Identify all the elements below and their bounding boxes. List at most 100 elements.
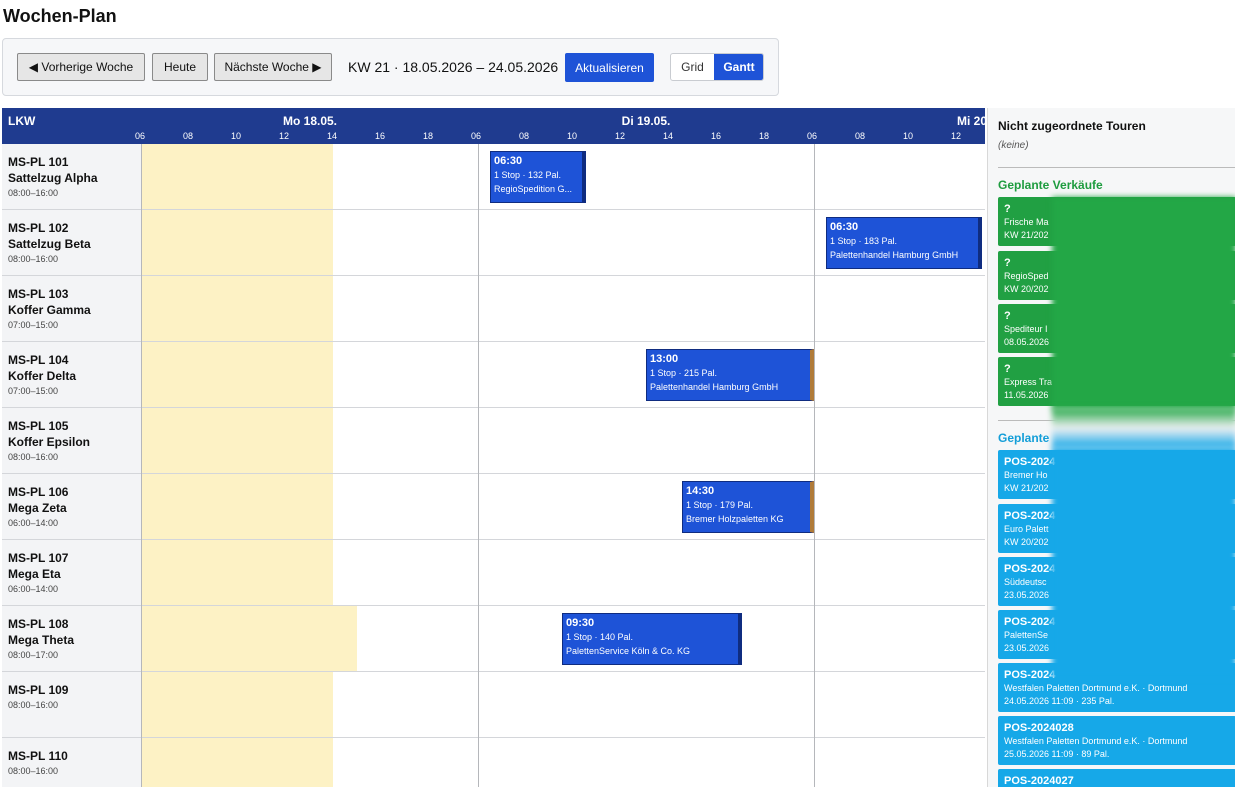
- next-week-button[interactable]: Nächste Woche ▶: [214, 53, 332, 81]
- unassigned-empty: (keine): [998, 140, 1029, 151]
- truck-label[interactable]: MS-PL 106 Mega Zeta 06:00–14:00: [2, 474, 141, 539]
- working-hours-band: [141, 606, 357, 671]
- card-title: POS-2024028: [1004, 722, 1074, 734]
- working-hours-band: [141, 672, 333, 737]
- truck-name: Koffer Gamma: [8, 303, 91, 317]
- truck-hours: 07:00–15:00: [8, 386, 59, 396]
- hour-tick: 10: [230, 131, 242, 141]
- tour-block[interactable]: 06:30 1 Stop · 183 Pal. Palettenhandel H…: [826, 217, 982, 269]
- hour-tick: 10: [902, 131, 914, 141]
- tour-stops: 1 Stop · 132 Pal.: [494, 170, 562, 180]
- truck-row: MS-PL 107 Mega Eta 06:00–14:00: [2, 540, 985, 606]
- day-header: Di 19.05.: [621, 114, 671, 128]
- gantt-chart: LKW Mo 18.05. Di 19.05. Mi 20.05. 06 08 …: [2, 108, 985, 787]
- page-title: Wochen-Plan: [3, 6, 117, 26]
- working-hours-band: [141, 408, 333, 473]
- truck-label[interactable]: MS-PL 105 Koffer Epsilon 08:00–16:00: [2, 408, 141, 473]
- truck-hours: 08:00–16:00: [8, 188, 59, 198]
- day-divider: [478, 144, 479, 787]
- hour-tick: 06: [134, 131, 146, 141]
- tour-stops: 1 Stop · 183 Pal.: [830, 236, 898, 246]
- working-hours-band: [141, 342, 333, 407]
- truck-row: MS-PL 105 Koffer Epsilon 08:00–16:00: [2, 408, 985, 474]
- tour-block[interactable]: 09:30 1 Stop · 140 Pal. PalettenService …: [562, 613, 742, 665]
- tour-time: 09:30: [566, 617, 595, 629]
- tour-time: 06:30: [494, 155, 523, 167]
- purchase-card[interactable]: POS-2024027: [998, 769, 1235, 787]
- week-label: KW 21 · 18.05.2026 – 24.05.2026: [348, 59, 559, 75]
- hour-tick: 14: [662, 131, 674, 141]
- hour-tick: 18: [758, 131, 770, 141]
- truck-name: Koffer Delta: [8, 369, 77, 383]
- view-gantt-button[interactable]: Gantt: [714, 54, 763, 80]
- hour-tick: 10: [566, 131, 578, 141]
- tour-block[interactable]: 14:30 1 Stop · 179 Pal. Bremer Holzpalet…: [682, 481, 814, 533]
- truck-hours: 06:00–14:00: [8, 518, 59, 528]
- working-hours-band: [141, 210, 333, 275]
- truck-name: Koffer Epsilon: [8, 435, 91, 449]
- truck-hours: 08:00–16:00: [8, 254, 59, 264]
- view-grid-button[interactable]: Grid: [671, 54, 714, 80]
- day-divider: [814, 144, 815, 787]
- hour-tick: 08: [182, 131, 194, 141]
- truck-row: MS-PL 110 08:00–16:00: [2, 738, 985, 787]
- lkw-column-header: LKW: [8, 114, 36, 128]
- truck-hours: 08:00–16:00: [8, 766, 59, 776]
- truck-label[interactable]: MS-PL 104 Koffer Delta 07:00–15:00: [2, 342, 141, 407]
- card-title: POS-2024027: [1004, 775, 1074, 787]
- truck-label[interactable]: MS-PL 101 Sattelzug Alpha 08:00–16:00: [2, 144, 141, 209]
- hour-tick: 12: [614, 131, 626, 141]
- truck-label[interactable]: MS-PL 109 08:00–16:00: [2, 672, 141, 737]
- truck-plate: MS-PL 101: [8, 155, 69, 169]
- truck-name: Mega Eta: [8, 567, 61, 581]
- working-hours-band: [141, 276, 333, 341]
- purchases-title: Geplante: [998, 431, 1050, 445]
- hour-tick: 06: [470, 131, 482, 141]
- sidebar: Nicht zugeordnete Touren (keine) Geplant…: [987, 108, 1235, 787]
- truck-plate: MS-PL 105: [8, 419, 69, 433]
- truck-plate: MS-PL 103: [8, 287, 69, 301]
- previous-week-button[interactable]: ◀ Vorherige Woche: [17, 53, 145, 81]
- tour-block[interactable]: 06:30 1 Stop · 132 Pal. RegioSpedition G…: [490, 151, 586, 203]
- truck-hours: 08:00–16:00: [8, 700, 59, 710]
- toolbar: ◀ Vorherige Woche Heute Nächste Woche ▶ …: [2, 38, 779, 96]
- tour-time: 13:00: [650, 353, 679, 365]
- hour-tick: 08: [518, 131, 530, 141]
- view-toggle: Grid Gantt: [670, 53, 764, 81]
- truck-label[interactable]: MS-PL 107 Mega Eta 06:00–14:00: [2, 540, 141, 605]
- today-button[interactable]: Heute: [152, 53, 208, 81]
- truck-row: MS-PL 109 08:00–16:00: [2, 672, 985, 738]
- divider: [998, 167, 1235, 168]
- tour-time: 06:30: [830, 221, 859, 233]
- truck-plate: MS-PL 102: [8, 221, 69, 235]
- tour-block[interactable]: 13:00 1 Stop · 215 Pal. Palettenhandel H…: [646, 349, 814, 401]
- truck-label[interactable]: MS-PL 102 Sattelzug Beta 08:00–16:00: [2, 210, 141, 275]
- truck-label[interactable]: MS-PL 103 Koffer Gamma 07:00–15:00: [2, 276, 141, 341]
- tour-stops: 1 Stop · 179 Pal.: [686, 500, 754, 510]
- truck-name: Sattelzug Alpha: [8, 171, 98, 185]
- tour-stops: 1 Stop · 215 Pal.: [650, 368, 718, 378]
- sales-title: Geplante Verkäufe: [998, 178, 1103, 192]
- working-hours-band: [141, 540, 333, 605]
- hour-tick: 18: [422, 131, 434, 141]
- tour-time: 14:30: [686, 485, 715, 497]
- working-hours-band: [141, 144, 333, 209]
- truck-hours: 06:00–14:00: [8, 584, 59, 594]
- working-hours-band: [141, 474, 333, 539]
- truck-name: Mega Theta: [8, 633, 75, 647]
- truck-label[interactable]: MS-PL 108 Mega Theta 08:00–17:00: [2, 606, 141, 671]
- working-hours-band: [141, 738, 333, 787]
- truck-row: MS-PL 108 Mega Theta 08:00–17:00: [2, 606, 985, 672]
- card-line: 24.05.2026 11:09 · 235 Pal.: [1004, 696, 1115, 706]
- day-divider: [141, 144, 142, 787]
- tour-customer: RegioSpedition G...: [494, 184, 573, 194]
- refresh-button[interactable]: Aktualisieren: [565, 53, 654, 82]
- purchase-card[interactable]: POS-2024028 Westfalen Paletten Dortmund …: [998, 716, 1235, 765]
- unassigned-title: Nicht zugeordnete Touren: [998, 119, 1146, 133]
- truck-hours: 07:00–15:00: [8, 320, 59, 330]
- day-header: Mo 18.05.: [282, 114, 338, 128]
- truck-row: MS-PL 106 Mega Zeta 06:00–14:00: [2, 474, 985, 540]
- truck-plate: MS-PL 104: [8, 353, 69, 367]
- truck-name: Sattelzug Beta: [8, 237, 91, 251]
- truck-label[interactable]: MS-PL 110 08:00–16:00: [2, 738, 141, 787]
